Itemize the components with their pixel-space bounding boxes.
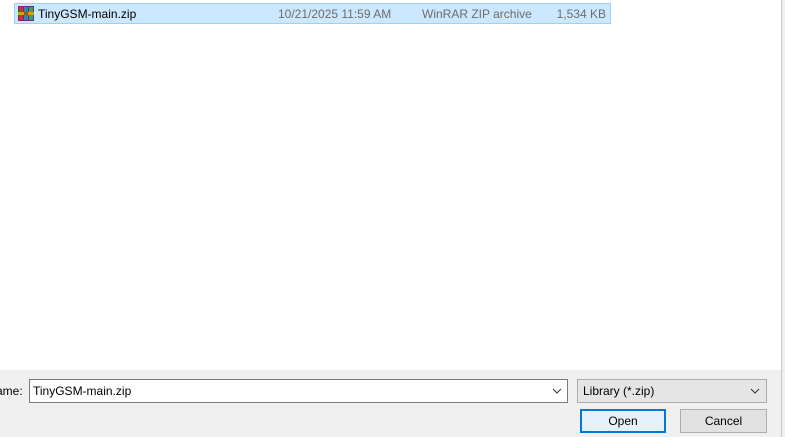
- filename-label-text: ame:: [0, 384, 23, 398]
- file-date-modified: 10/21/2025 11:59 AM: [278, 7, 392, 21]
- file-type-selected: Library (*.zip): [583, 384, 655, 398]
- filename-input[interactable]: [30, 380, 545, 402]
- file-row[interactable]: TinyGSM-main.zip 10/21/2025 11:59 AM Win…: [14, 3, 611, 24]
- file-type: WinRAR ZIP archive: [422, 7, 532, 21]
- winrar-archive-icon: [18, 6, 34, 21]
- filename-combobox[interactable]: [29, 379, 568, 403]
- window-right-edge: [781, 0, 785, 437]
- file-type-dropdown[interactable]: Library (*.zip): [577, 379, 767, 403]
- file-name: TinyGSM-main.zip: [38, 7, 137, 21]
- cancel-button[interactable]: Cancel: [680, 409, 767, 433]
- file-list-view[interactable]: TinyGSM-main.zip 10/21/2025 11:59 AM Win…: [0, 0, 781, 370]
- file-size: 1,534 KB: [556, 7, 606, 21]
- file-open-dialog: TinyGSM-main.zip 10/21/2025 11:59 AM Win…: [0, 0, 785, 437]
- chevron-down-icon: [750, 388, 760, 394]
- filename-label: ame:: [0, 384, 23, 398]
- chevron-down-icon[interactable]: [547, 380, 567, 402]
- open-button[interactable]: Open: [580, 409, 666, 433]
